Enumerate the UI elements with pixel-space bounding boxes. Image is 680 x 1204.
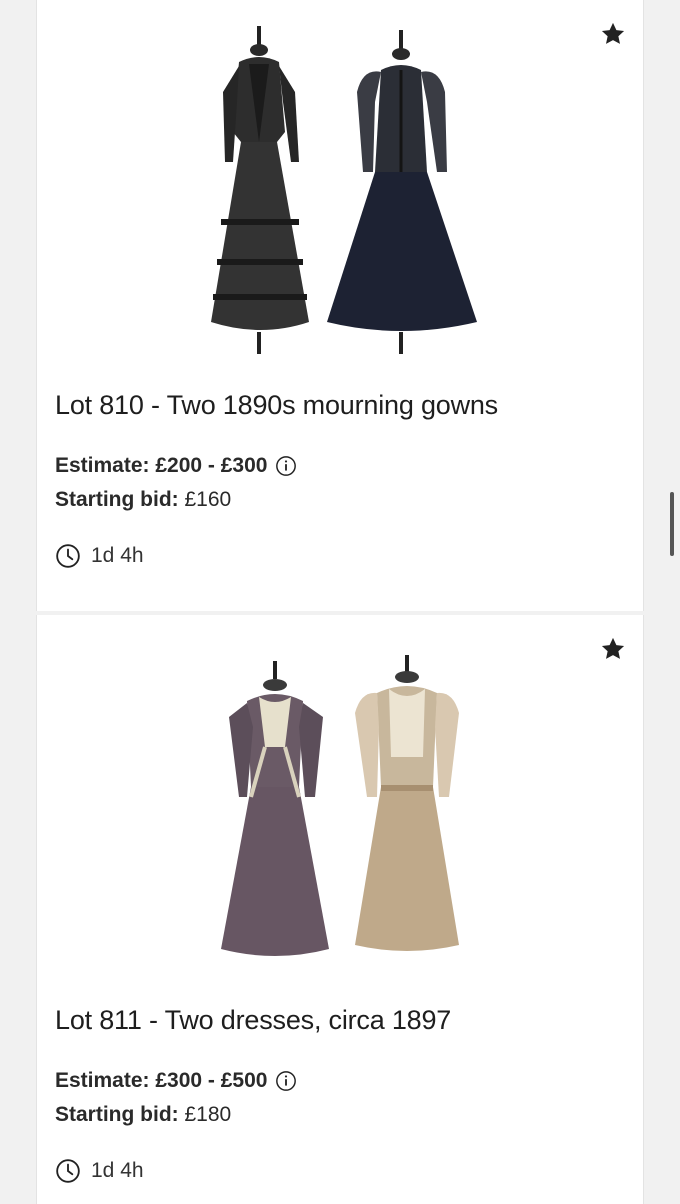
estimate-text: Estimate: £300 - £500 [55,1069,268,1092]
estimate-row: Estimate: £300 - £500 [55,1069,297,1093]
clock-icon [56,1159,80,1183]
info-icon[interactable] [275,455,297,477]
star-icon[interactable] [599,635,627,663]
time-left-text: 1d 4h [91,544,144,567]
starting-bid: Starting bid: £160 [55,488,231,512]
lot-image[interactable] [177,22,507,362]
starting-bid-label: Starting bid: [55,1103,179,1126]
starting-bid-value: £160 [184,488,232,511]
starting-bid-value: £180 [184,1103,232,1126]
estimate-row: Estimate: £200 - £300 [55,454,297,478]
lot-list: Lot 810 - Two 1890s mourning gowns Estim… [36,0,644,1204]
lot-image[interactable] [177,637,507,977]
lot-card[interactable]: Lot 811 - Two dresses, circa 1897 Estima… [36,615,644,1204]
info-icon[interactable] [275,1070,297,1092]
lot-card[interactable]: Lot 810 - Two 1890s mourning gowns Estim… [36,0,644,611]
estimate-text: Estimate: £200 - £300 [55,454,268,477]
lot-title[interactable]: Lot 810 - Two 1890s mourning gowns [55,390,498,421]
lot-title[interactable]: Lot 811 - Two dresses, circa 1897 [55,1005,451,1036]
clock-icon [56,544,80,568]
starting-bid-label: Starting bid: [55,488,179,511]
time-left: 1d 4h [55,1158,144,1184]
time-left-text: 1d 4h [91,1159,144,1182]
scrollbar-thumb[interactable] [670,492,674,556]
star-icon[interactable] [599,20,627,48]
time-left: 1d 4h [55,543,144,569]
starting-bid: Starting bid: £180 [55,1103,231,1127]
